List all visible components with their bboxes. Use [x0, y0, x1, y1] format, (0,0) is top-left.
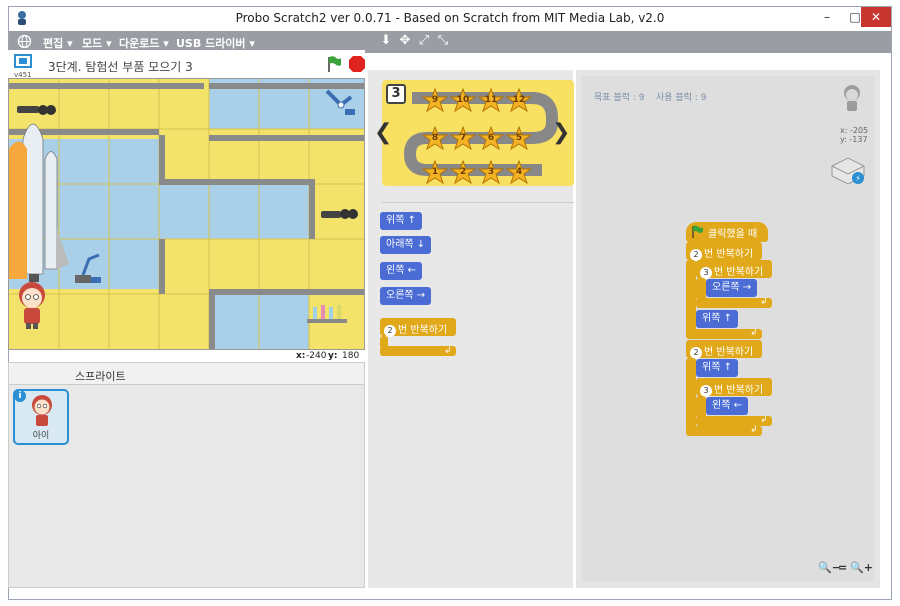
script-area[interactable]: 목표 블럭 : 9 사용 블럭 : 9 x: -205 y: -137 ⚡ 클릭… [576, 70, 880, 588]
when-flag-clicked-block[interactable]: 클릭했을 때 [686, 222, 768, 242]
script-block-up-1[interactable]: 위쪽 ↑ [696, 310, 738, 328]
menu-download[interactable]: 다운로드 ▾ [119, 35, 169, 51]
sprite-x: x: -205 [840, 126, 869, 135]
sprite-panel: 스프라이트 i 아이 [8, 362, 365, 588]
stage-title: 3단계. 탐험선 부품 모으기 3 [48, 60, 193, 74]
grow-icon[interactable]: ⤢ [417, 34, 431, 48]
minimize-button[interactable]: – [813, 7, 841, 27]
sprite-list: i 아이 [9, 385, 364, 587]
stamp-icon[interactable]: ⬇ [379, 34, 393, 48]
stage-scene [9, 79, 364, 349]
menu-mode[interactable]: 모드 ▾ [82, 35, 112, 51]
level-star[interactable]: 6 [477, 125, 505, 151]
level-star[interactable]: 2 [449, 159, 477, 185]
level-prev-button[interactable]: ❮ [374, 120, 392, 145]
stage-coordinates: x: -240 y: 180 [296, 351, 360, 361]
fullscreen-icon[interactable] [14, 54, 32, 70]
block-up[interactable]: 위쪽 ↑ [380, 212, 422, 230]
sprite-panel-header: 스프라이트 [9, 363, 364, 385]
window-title: Probo Scratch2 ver 0.0.71 - Based on Scr… [235, 11, 665, 25]
block-palette: 3 ❮ ❯ 9 10 11 12 8 7 6 5 1 2 3 4 위쪽 ↑ 아래… [368, 70, 574, 588]
block-down[interactable]: 아래쪽 ↓ [380, 236, 432, 254]
sprite-name: 아이 [32, 431, 50, 441]
block-right[interactable]: 오른쪽 → [380, 287, 432, 305]
shrink-icon[interactable]: ⤡ [436, 34, 450, 48]
sprite-thumbnail[interactable]: i 아이 [13, 389, 69, 445]
stage-canvas[interactable] [8, 78, 365, 350]
zoom-in-button[interactable]: 🔍+ [850, 561, 873, 574]
level-star[interactable]: 5 [505, 125, 533, 151]
level-star[interactable]: 4 [505, 159, 533, 185]
level-star[interactable]: 10 [449, 87, 477, 113]
cut-icon[interactable]: ✥ [398, 34, 412, 48]
goal-blocks-label: 목표 블럭 : [594, 93, 636, 103]
block-left[interactable]: 왼쪽 ← [380, 262, 422, 280]
menu-usb-driver[interactable]: USB 드라이버 ▾ [176, 35, 255, 51]
mouse-x: -240 [306, 351, 327, 361]
globe-icon[interactable] [17, 34, 32, 49]
used-blocks-label: 사용 블럭 : [655, 93, 698, 103]
svg-text:⚡: ⚡ [855, 174, 861, 183]
sprite-avatar [32, 395, 52, 426]
title-bar: Probo Scratch2 ver 0.0.71 - Based on Scr… [9, 7, 891, 29]
level-map: 3 ❮ ❯ 9 10 11 12 8 7 6 5 1 2 3 4 [374, 80, 574, 186]
script-block-up-2[interactable]: 위쪽 ↑ [696, 359, 738, 377]
level-star[interactable]: 8 [421, 125, 449, 151]
info-icon[interactable]: i [14, 390, 26, 402]
level-star[interactable]: 3 [477, 159, 505, 185]
green-flag-icon[interactable] [326, 55, 342, 73]
green-flag-icon [692, 225, 703, 238]
menu-edit[interactable]: 편집 ▾ [43, 35, 73, 51]
zoom-reset-button[interactable]: = [838, 561, 847, 574]
script-block-left[interactable]: 왼쪽 ← [706, 397, 748, 415]
close-button[interactable]: ✕ [861, 7, 891, 27]
stop-icon[interactable] [348, 55, 366, 73]
current-sprite-icon [844, 85, 860, 111]
level-star[interactable]: 12 [505, 87, 533, 113]
script-block-right[interactable]: 오른쪽 → [706, 279, 758, 297]
level-star[interactable]: 1 [421, 159, 449, 185]
level-star[interactable]: 11 [477, 87, 505, 113]
stage-header: v451 3단계. 탐험선 부품 모으기 3 [8, 50, 365, 80]
level-star[interactable]: 7 [449, 125, 477, 151]
level-next-button[interactable]: ❯ [552, 120, 570, 145]
usb-device-icon[interactable]: ⚡ [828, 154, 868, 186]
mouse-y: 180 [342, 351, 360, 361]
palette-divider [382, 202, 574, 203]
sprite-panel-title: 스프라이트 [75, 370, 126, 383]
script-canvas[interactable]: 목표 블럭 : 9 사용 블럭 : 9 x: -205 y: -137 ⚡ 클릭… [582, 76, 874, 582]
level-star[interactable]: 9 [421, 87, 449, 113]
sprite-y: y: -137 [840, 135, 868, 144]
goal-blocks-value: 9 [638, 93, 645, 103]
used-blocks-value: 9 [700, 93, 707, 103]
